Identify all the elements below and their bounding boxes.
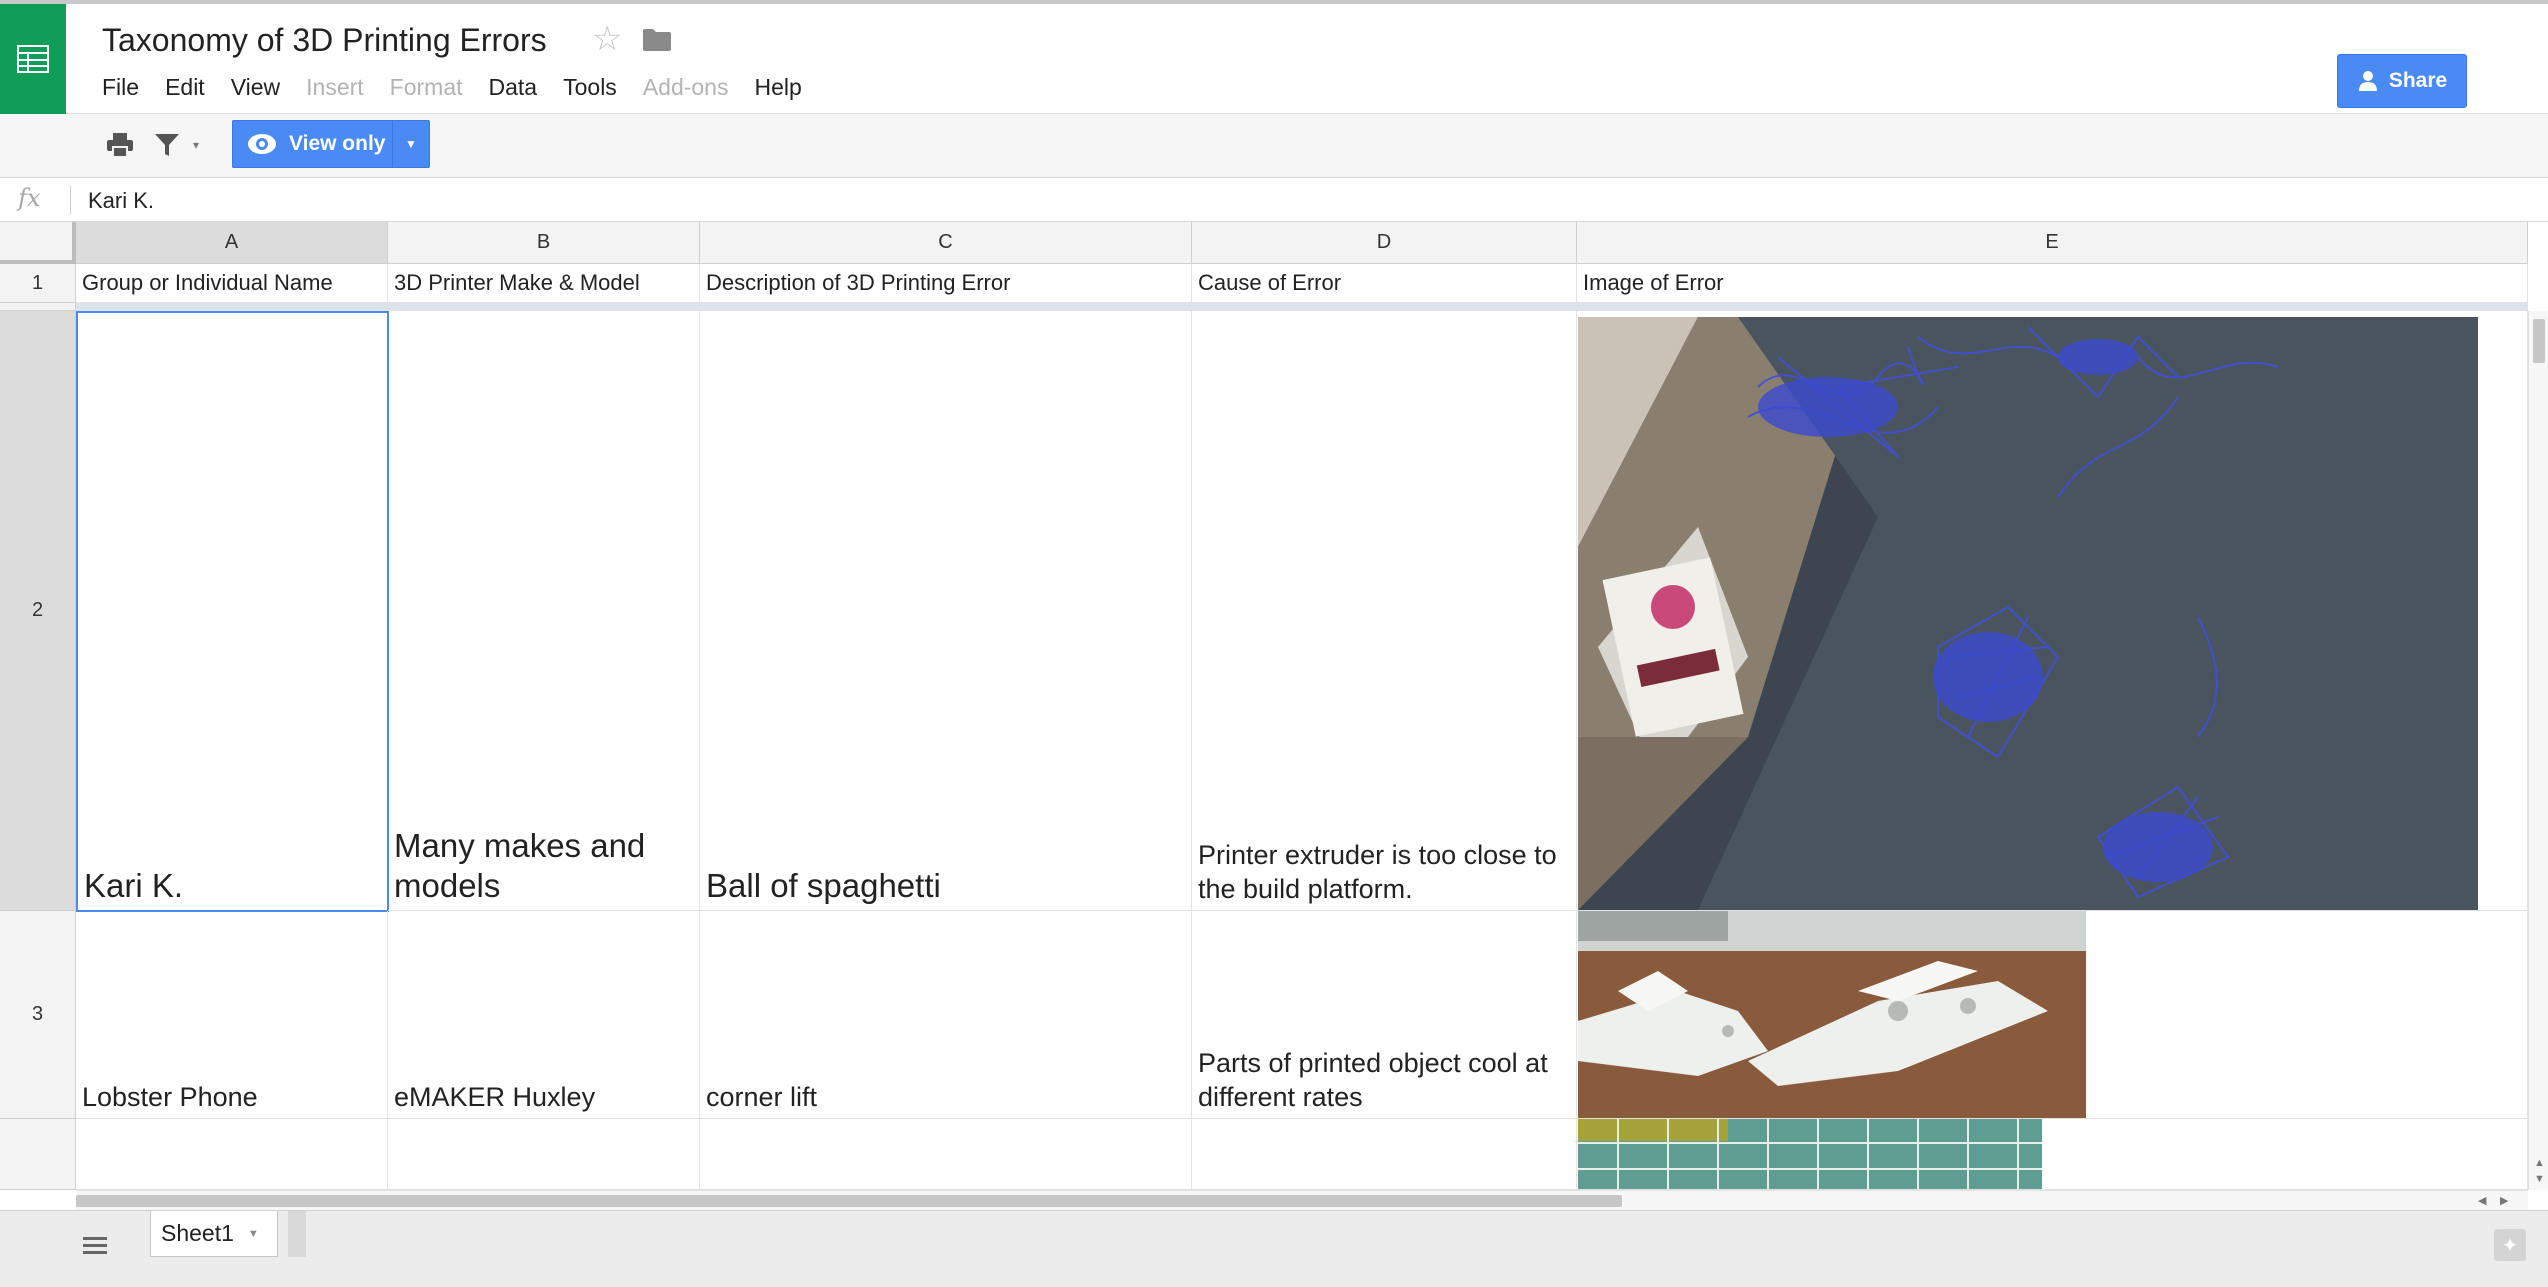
cell-b2[interactable]: Many makes and models [388, 311, 700, 911]
menu-insert: Insert [306, 74, 364, 100]
menu-bar: File Edit View Insert Format Data Tools … [102, 74, 828, 101]
toolbar: ▾ View only ▼ [0, 114, 2548, 178]
filter-icon[interactable] [154, 132, 180, 163]
folder-icon[interactable] [642, 28, 672, 57]
column-header-c[interactable]: C [700, 222, 1192, 264]
cell-e1[interactable]: Image of Error [1577, 264, 2528, 303]
error-image-partial [1578, 1119, 2042, 1189]
error-image-spaghetti [1578, 317, 2478, 910]
sheets-logo-icon[interactable] [0, 4, 66, 114]
cell-text: Parts of printed object cool at differen… [1198, 1048, 1548, 1112]
cell-text: Description of 3D Printing Error [706, 270, 1011, 295]
horizontal-scrollbar-thumb[interactable] [76, 1195, 1622, 1207]
freeze-handle[interactable] [0, 303, 76, 311]
column-header-b[interactable]: B [388, 222, 700, 264]
cell-c1[interactable]: Description of 3D Printing Error [700, 264, 1192, 303]
star-icon[interactable]: ☆ [592, 22, 622, 56]
document-title[interactable]: Taxonomy of 3D Printing Errors [102, 22, 547, 59]
cell-text: Ball of spaghetti [706, 867, 941, 904]
cell-c2[interactable]: Ball of spaghetti [700, 311, 1192, 911]
cell-text: Cause of Error [1198, 270, 1342, 295]
row-header-4[interactable] [0, 1119, 76, 1190]
formula-input[interactable]: Kari K. [88, 188, 154, 214]
formula-bar: fx Kari K. [0, 178, 2548, 222]
scroll-up-icon[interactable]: ▲ [2534, 1157, 2545, 1169]
spreadsheet-grid: A B C D E 1 2 3 Group or Individual Name… [0, 222, 2548, 1222]
eye-icon [248, 134, 276, 154]
formula-divider [70, 186, 71, 214]
menu-data[interactable]: Data [489, 74, 538, 101]
scroll-left-icon[interactable]: ◀ [2478, 1194, 2486, 1207]
share-button-label: Share [2388, 69, 2448, 92]
cell-a2[interactable]: Kari K. [76, 311, 389, 912]
menu-view[interactable]: View [231, 74, 280, 101]
view-only-label: View only [289, 132, 386, 155]
column-header-a[interactable]: A [76, 222, 388, 264]
sheet-tab-sheet1[interactable]: Sheet1 ▼ [150, 1211, 278, 1257]
cell-a4[interactable] [76, 1119, 388, 1190]
all-sheets-icon[interactable] [82, 1235, 108, 1262]
cell-d4[interactable] [1192, 1119, 1577, 1190]
chevron-down-icon[interactable]: ▼ [393, 137, 429, 151]
vertical-scrollbar[interactable]: ▲ ▼ [2528, 311, 2548, 1190]
frozen-row-divider[interactable] [76, 303, 2528, 311]
view-only-button[interactable]: View only ▼ [232, 120, 430, 168]
cell-c3[interactable]: corner lift [700, 911, 1192, 1119]
cell-b3[interactable]: eMAKER Huxley [388, 911, 700, 1119]
cell-text: Group or Individual Name [82, 270, 333, 295]
menu-format: Format [389, 74, 463, 100]
chevron-down-icon[interactable]: ▼ [248, 1228, 259, 1240]
cell-text: 3D Printer Make & Model [394, 270, 640, 295]
sheet-tabs-bar: Sheet1 ▼ ✦ [0, 1210, 2548, 1287]
sheet-tab-divider [288, 1211, 306, 1257]
menu-file[interactable]: File [102, 74, 139, 101]
fx-icon: fx [18, 184, 41, 212]
share-button[interactable]: Share [2337, 54, 2467, 108]
cell-text: Many makes and models [394, 827, 646, 904]
menu-edit[interactable]: Edit [165, 74, 205, 101]
cell-c4[interactable] [700, 1119, 1192, 1190]
select-all-corner[interactable] [0, 222, 76, 264]
row-header-2[interactable]: 2 [0, 311, 76, 911]
menu-add-ons: Add-ons [642, 74, 729, 100]
cell-d3[interactable]: Parts of printed object cool at differen… [1192, 911, 1577, 1119]
explore-icon[interactable]: ✦ [2494, 1229, 2526, 1261]
sheet-tab-label: Sheet1 [161, 1220, 234, 1246]
column-header-e[interactable]: E [1577, 222, 2528, 264]
scroll-right-icon[interactable]: ▶ [2500, 1194, 2508, 1207]
cell-text: eMAKER Huxley [394, 1082, 596, 1112]
header: Taxonomy of 3D Printing Errors ☆ File Ed… [0, 0, 2548, 114]
print-icon[interactable] [106, 132, 134, 163]
cell-a3[interactable]: Lobster Phone [76, 911, 388, 1119]
cell-a1[interactable]: Group or Individual Name [76, 264, 388, 303]
row-header-1[interactable]: 1 [0, 264, 76, 303]
cell-text: Printer extruder is too close to the bui… [1198, 840, 1557, 904]
cell-text: corner lift [706, 1082, 818, 1112]
cell-text: Kari K. [84, 867, 184, 904]
spreadsheet-app: Taxonomy of 3D Printing Errors ☆ File Ed… [0, 0, 2548, 1287]
cell-b4[interactable] [388, 1119, 700, 1190]
row-header-3[interactable]: 3 [0, 911, 76, 1119]
menu-help[interactable]: Help [754, 74, 801, 101]
vertical-scrollbar-thumb[interactable] [2533, 319, 2545, 363]
cell-d1[interactable]: Cause of Error [1192, 264, 1577, 303]
menu-tools[interactable]: Tools [563, 74, 617, 101]
cell-b1[interactable]: 3D Printer Make & Model [388, 264, 700, 303]
column-header-d[interactable]: D [1192, 222, 1577, 264]
cell-d2[interactable]: Printer extruder is too close to the bui… [1192, 311, 1577, 911]
scroll-down-icon[interactable]: ▼ [2534, 1173, 2545, 1185]
cell-text: Image of Error [1583, 270, 1724, 295]
share-person-icon [2358, 71, 2377, 91]
chevron-down-icon[interactable]: ▾ [193, 138, 199, 152]
cell-text: Lobster Phone [82, 1082, 258, 1112]
horizontal-scrollbar[interactable]: ◀ ▶ [76, 1190, 2528, 1210]
error-image-corner-lift [1578, 911, 2086, 1118]
